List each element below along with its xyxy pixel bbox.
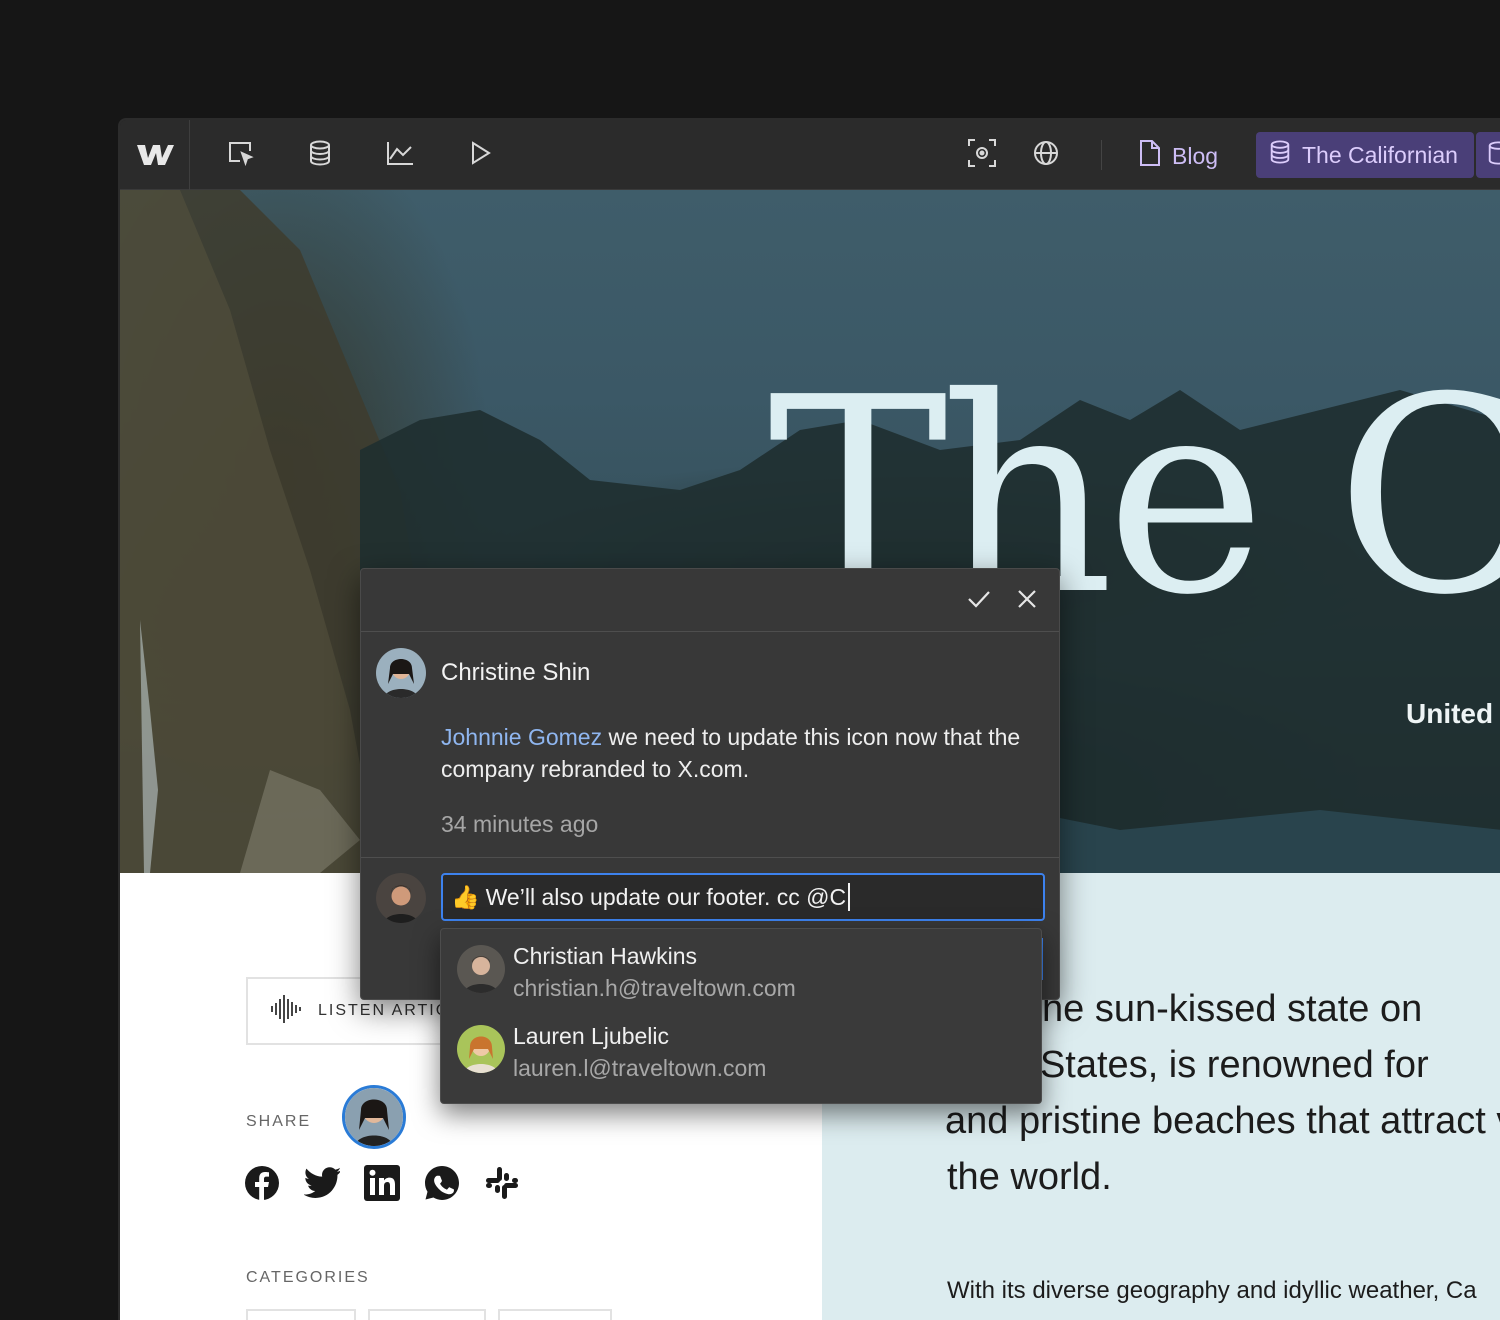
reply-input[interactable]: 👍 We’ll also update our footer. cc @C [441,873,1045,921]
mention-link[interactable]: Johnnie Gomez [441,724,602,750]
article-intro-line: the world. [947,1156,1112,1198]
mention-option[interactable]: Lauren Ljubelic lauren.l@traveltown.com [441,1009,1041,1089]
mention-suggestions: Christian Hawkins christian.h@traveltown… [440,928,1042,1104]
mention-option[interactable]: Christian Hawkins christian.h@traveltown… [441,929,1041,1009]
whatsapp-icon[interactable] [424,1165,460,1201]
mention-email: christian.h@traveltown.com [513,975,796,1001]
play-icon [467,139,493,172]
toolbar-divider [1101,140,1102,170]
current-user-avatar [376,873,426,923]
comment-divider [361,857,1059,858]
database-icon [307,139,333,172]
article-paragraph: With its diverse geography and idyllic w… [947,1277,1477,1304]
mention-name: Lauren Ljubelic [513,1023,670,1049]
page-label: Blog [1172,142,1219,169]
close-button[interactable] [1007,581,1047,621]
reply-input-value: We’ll also update our footer. cc @C [485,883,847,910]
collection-selector[interactable]: The Californian [1256,132,1474,178]
webflow-logo[interactable] [120,120,190,190]
collection-item-selector[interactable] [1476,132,1500,178]
collection-item-icon [1486,140,1500,171]
author-avatar [376,648,426,698]
collaborator-avatar[interactable] [342,1085,406,1149]
analytics-chart-icon [385,139,415,172]
cms-button[interactable] [300,135,340,175]
hero-subtitle: United S [1406,698,1500,729]
comment-author: Christine Shin [441,659,591,686]
capture-button[interactable] [962,135,1002,175]
publish-globe-button[interactable] [1026,135,1066,175]
collection-icon [1268,139,1292,171]
linkedin-icon[interactable] [364,1165,400,1201]
mention-avatar [457,1025,505,1073]
globe-icon [1032,139,1060,172]
page-icon [1138,139,1162,173]
screenshot-icon [966,137,998,174]
preview-button[interactable] [460,135,500,175]
cursor-select-icon [226,139,254,172]
top-toolbar: Blog The Californian [120,120,1500,190]
resolve-button[interactable] [959,581,999,621]
category-pill[interactable] [368,1309,486,1320]
comment-body: Johnnie Gomez we need to update this ico… [441,721,1041,785]
text-caret [848,883,851,911]
comment-header [361,569,1059,632]
facebook-icon[interactable] [244,1165,280,1201]
slack-icon[interactable] [484,1165,520,1201]
share-icons [244,1165,520,1201]
category-pill[interactable] [498,1309,612,1320]
categories-label: CATEGORIES [246,1269,370,1286]
category-pill[interactable] [246,1309,356,1320]
thumbs-up-emoji: 👍 [451,884,480,911]
listen-article-label: LISTEN ARTIC [318,1002,450,1019]
share-label: SHARE [246,1113,312,1130]
checkmark-icon [966,588,992,615]
page-selector[interactable]: Blog [1138,134,1218,178]
close-icon [1016,588,1038,615]
mention-name: Christian Hawkins [513,943,698,969]
mention-avatar [457,945,505,993]
audio-waveform-icon [270,993,304,1030]
select-tool-button[interactable] [220,135,260,175]
analytics-button[interactable] [380,135,420,175]
twitter-icon[interactable] [304,1165,340,1201]
collection-label: The Californian [1302,141,1458,168]
mention-email: lauren.l@traveltown.com [513,1055,767,1081]
comment-timestamp: 34 minutes ago [441,811,599,837]
